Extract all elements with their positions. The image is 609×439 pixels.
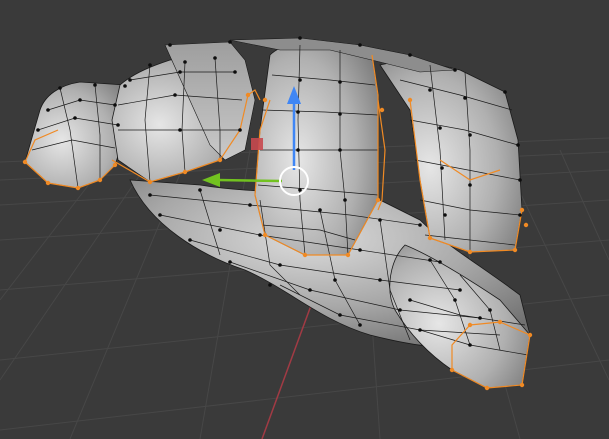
x-plane-handle[interactable] (251, 138, 263, 150)
y-axis-arrow[interactable] (216, 178, 283, 183)
viewport-canvas[interactable] (0, 0, 609, 439)
3d-viewport[interactable] (0, 0, 609, 439)
